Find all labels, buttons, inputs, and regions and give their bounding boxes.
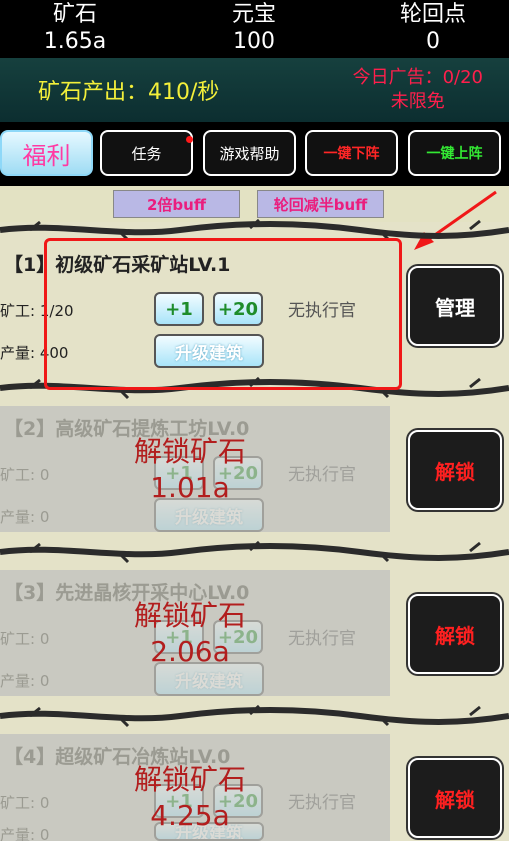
action-button-row: 福利 任务 游戏帮助 一键下阵 一键上阵: [0, 122, 509, 186]
unlock-cost-value: 2.06a: [150, 635, 230, 668]
task-button[interactable]: 任务: [100, 130, 193, 176]
no-officer-label: 无执行官: [288, 629, 356, 649]
miner-label: 矿工:: [0, 630, 36, 648]
one-click-deploy-button[interactable]: 一键上阵: [408, 130, 501, 176]
rebirth-points-label: 轮回点: [399, 2, 466, 27]
miner-value: 0: [39, 794, 50, 812]
manage-button[interactable]: 管理: [408, 266, 502, 346]
station-card-2: 【2】高级矿石提炼工坊LV.0 矿工: 0 产量: 0 +1 +20 升级建筑 …: [0, 414, 390, 534]
unlock-button[interactable]: 解锁: [408, 594, 502, 674]
station-card-4: 【4】超级矿石冶炼站LV.0 矿工: 0 产量: 0 +1 +20 升级建筑 无…: [0, 742, 390, 841]
production-label: 产量:: [0, 672, 36, 690]
production-label: 产量:: [0, 508, 36, 526]
ore-label: 矿石: [52, 2, 97, 27]
unlock-cost-label: 解锁矿石: [133, 763, 246, 796]
highlight-box: [44, 238, 402, 390]
yuanbao-stat: 元宝 100: [169, 2, 339, 56]
miner-value: 0: [39, 630, 50, 648]
rebirth-points-stat: 轮回点 0: [348, 2, 509, 56]
ad-free-status: 未限免: [390, 91, 445, 112]
ad-status[interactable]: 今日广告：0/20 未限免: [353, 66, 483, 114]
production-value: 0: [39, 672, 50, 690]
yuanbao-label: 元宝: [231, 2, 276, 27]
ad-count: 今日广告：0/20: [352, 67, 483, 88]
welfare-button[interactable]: 福利: [0, 130, 93, 176]
production-label: 产量:: [0, 826, 36, 841]
station-card-3: 【3】先进晶核开采中心LV.0 矿工: 0 产量: 0 +1 +20 升级建筑 …: [0, 578, 390, 698]
unlock-cost-value: 1.01a: [150, 471, 230, 504]
rebirth-half-buff-button[interactable]: 轮回减半buff: [257, 190, 384, 218]
rebirth-points-value: 0: [426, 29, 440, 54]
miner-count: 矿工: 0: [0, 792, 49, 813]
production: 产量: 0: [0, 824, 49, 841]
yuanbao-value: 100: [233, 29, 275, 54]
ore-value: 1.65a: [43, 29, 107, 54]
ore-output-rate: 矿石产出：410/秒: [38, 80, 220, 105]
miner-value: 0: [39, 466, 50, 484]
task-notification-dot: [186, 136, 193, 143]
resource-bar: 矿石 1.65a 元宝 100 轮回点 0: [0, 0, 509, 58]
production-value: 0: [39, 508, 50, 526]
unlock-button[interactable]: 解锁: [408, 430, 502, 510]
one-click-remove-button[interactable]: 一键下阵: [305, 130, 398, 176]
production: 产量: 0: [0, 506, 49, 527]
miner-count: 矿工: 0: [0, 464, 49, 485]
production-value: 0: [39, 826, 50, 841]
no-officer-label: 无执行官: [288, 793, 356, 813]
unlock-cost-label: 解锁矿石: [133, 599, 246, 632]
unlock-button[interactable]: 解锁: [408, 758, 502, 838]
ore-stat: 矿石 1.65a: [0, 2, 160, 56]
output-bar: 矿石产出：410/秒 今日广告：0/20 未限免: [0, 58, 509, 122]
unlock-cost-label: 解锁矿石: [133, 435, 246, 468]
miner-label: 矿工:: [0, 794, 36, 812]
double-buff-button[interactable]: 2倍buff: [113, 190, 240, 218]
game-help-button[interactable]: 游戏帮助: [203, 130, 296, 176]
production-label: 产量:: [0, 344, 36, 362]
vine-divider: [0, 704, 509, 728]
miner-label: 矿工:: [0, 466, 36, 484]
no-officer-label: 无执行官: [288, 465, 356, 485]
production: 产量: 0: [0, 670, 49, 691]
miner-count: 矿工: 0: [0, 628, 49, 649]
vine-divider: [0, 540, 509, 564]
miner-label: 矿工:: [0, 302, 36, 320]
unlock-cost-value: 4.25a: [150, 799, 230, 832]
